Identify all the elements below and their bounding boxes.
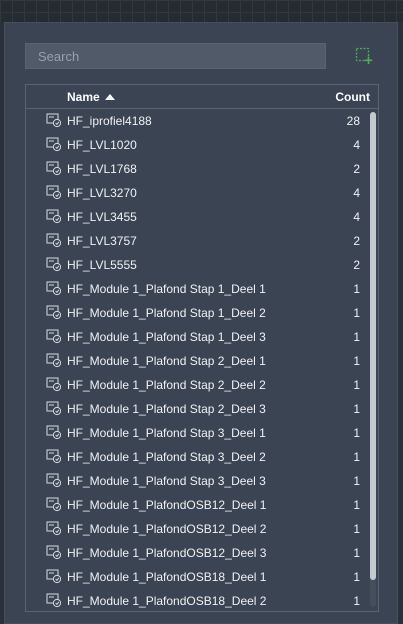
table-row[interactable]: HF_Module 1_Plafond Stap 2_Deel 3 1 bbox=[26, 397, 368, 421]
sort-ascending-icon bbox=[104, 94, 115, 100]
row-name: HF_Module 1_PlafondOSB12_Deel 1 bbox=[67, 498, 267, 512]
table-row[interactable]: HF_Module 1_PlafondOSB18_Deel 2 1 bbox=[26, 589, 368, 611]
row-count: 1 bbox=[353, 498, 360, 512]
row-name: HF_Module 1_Plafond Stap 1_Deel 3 bbox=[67, 330, 266, 344]
block-reference-icon bbox=[46, 545, 62, 560]
table-row[interactable]: HF_Module 1_PlafondOSB18_Deel 1 1 bbox=[26, 565, 368, 589]
block-reference-icon bbox=[46, 329, 62, 344]
row-name: HF_iprofiel4188 bbox=[67, 114, 152, 128]
row-name: HF_Module 1_Plafond Stap 2_Deel 2 bbox=[67, 378, 266, 392]
count-column-header[interactable]: Count bbox=[335, 90, 370, 104]
block-reference-icon bbox=[46, 425, 62, 440]
row-name: HF_LVL3757 bbox=[67, 234, 137, 248]
row-count: 1 bbox=[353, 570, 360, 584]
table-header: Name Count bbox=[26, 85, 378, 109]
table-row[interactable]: HF_iprofiel4188 28 bbox=[26, 109, 368, 133]
add-selection-icon[interactable] bbox=[355, 47, 373, 65]
row-name: HF_LVL1768 bbox=[67, 162, 137, 176]
block-reference-icon bbox=[46, 233, 62, 248]
block-reference-icon bbox=[46, 353, 62, 368]
row-name: HF_Module 1_Plafond Stap 1_Deel 1 bbox=[67, 282, 266, 296]
row-name: HF_Module 1_PlafondOSB12_Deel 2 bbox=[67, 522, 267, 536]
canvas-grid-strip bbox=[0, 0, 403, 22]
block-reference-icon bbox=[46, 521, 62, 536]
row-count: 2 bbox=[353, 234, 360, 248]
row-count: 1 bbox=[353, 426, 360, 440]
row-name: HF_Module 1_Plafond Stap 3_Deel 3 bbox=[67, 474, 266, 488]
table-row[interactable]: HF_LVL3757 2 bbox=[26, 229, 368, 253]
row-count: 4 bbox=[353, 210, 360, 224]
block-reference-icon bbox=[46, 281, 62, 296]
block-reference-icon bbox=[46, 257, 62, 272]
row-count: 1 bbox=[353, 378, 360, 392]
table-row[interactable]: HF_LVL1768 2 bbox=[26, 157, 368, 181]
row-count: 1 bbox=[353, 546, 360, 560]
name-header-label: Name bbox=[67, 90, 100, 104]
row-count: 4 bbox=[353, 138, 360, 152]
row-count: 1 bbox=[353, 594, 360, 608]
table-row[interactable]: HF_Module 1_Plafond Stap 3_Deel 1 1 bbox=[26, 421, 368, 445]
row-count: 1 bbox=[353, 330, 360, 344]
row-count: 1 bbox=[353, 402, 360, 416]
search-input[interactable] bbox=[25, 43, 326, 69]
row-name: HF_Module 1_PlafondOSB18_Deel 2 bbox=[67, 594, 267, 608]
table-row[interactable]: HF_Module 1_PlafondOSB12_Deel 3 1 bbox=[26, 541, 368, 565]
table-body: HF_iprofiel4188 28 HF_LVL1020 4 HF_LVL1768 2 H… bbox=[26, 109, 368, 611]
block-reference-icon bbox=[46, 497, 62, 512]
table-row[interactable]: HF_Module 1_Plafond Stap 3_Deel 2 1 bbox=[26, 445, 368, 469]
row-name: HF_Module 1_Plafond Stap 2_Deel 3 bbox=[67, 402, 266, 416]
table-row[interactable]: HF_LVL3455 4 bbox=[26, 205, 368, 229]
block-reference-icon bbox=[46, 305, 62, 320]
block-reference-icon bbox=[46, 449, 62, 464]
table-row[interactable]: HF_LVL5555 2 bbox=[26, 253, 368, 277]
row-name: HF_LVL3270 bbox=[67, 186, 137, 200]
block-reference-icon bbox=[46, 209, 62, 224]
block-reference-icon bbox=[46, 113, 62, 128]
block-reference-icon bbox=[46, 161, 62, 176]
table-row[interactable]: HF_Module 1_Plafond Stap 2_Deel 1 1 bbox=[26, 349, 368, 373]
row-name: HF_Module 1_Plafond Stap 3_Deel 1 bbox=[67, 426, 266, 440]
blocks-table: Name Count HF_iprofiel4188 28 HF_LVL1020 4 H… bbox=[25, 84, 379, 612]
row-name: HF_Module 1_Plafond Stap 2_Deel 1 bbox=[67, 354, 266, 368]
row-name: HF_Module 1_PlafondOSB12_Deel 3 bbox=[67, 546, 267, 560]
table-row[interactable]: HF_Module 1_Plafond Stap 3_Deel 3 1 bbox=[26, 469, 368, 493]
table-row[interactable]: HF_Module 1_Plafond Stap 2_Deel 2 1 bbox=[26, 373, 368, 397]
row-count: 1 bbox=[353, 474, 360, 488]
block-reference-icon bbox=[46, 593, 62, 608]
block-palette-panel: Name Count HF_iprofiel418828HF_LVL10204H… bbox=[4, 22, 398, 624]
row-count: 1 bbox=[353, 354, 360, 368]
vertical-scrollbar[interactable] bbox=[370, 112, 376, 607]
table-row[interactable]: HF_LVL1020 4 bbox=[26, 133, 368, 157]
block-reference-icon bbox=[46, 401, 62, 416]
block-reference-icon bbox=[46, 185, 62, 200]
table-row[interactable]: HF_Module 1_PlafondOSB12_Deel 2 1 bbox=[26, 517, 368, 541]
row-count: 1 bbox=[353, 522, 360, 536]
row-count: 28 bbox=[346, 114, 360, 128]
block-reference-icon bbox=[46, 377, 62, 392]
table-row[interactable]: HF_Module 1_Plafond Stap 1_Deel 1 1 bbox=[26, 277, 368, 301]
scrollbar-thumb[interactable] bbox=[370, 112, 376, 580]
row-name: HF_Module 1_Plafond Stap 3_Deel 2 bbox=[67, 450, 266, 464]
row-name: HF_Module 1_Plafond Stap 1_Deel 2 bbox=[67, 306, 266, 320]
row-name: HF_Module 1_PlafondOSB18_Deel 1 bbox=[67, 570, 267, 584]
row-count: 4 bbox=[353, 186, 360, 200]
row-count: 1 bbox=[353, 450, 360, 464]
table-row[interactable]: HF_Module 1_Plafond Stap 1_Deel 2 1 bbox=[26, 301, 368, 325]
block-reference-icon bbox=[46, 137, 62, 152]
block-reference-icon bbox=[46, 473, 62, 488]
name-column-header[interactable]: Name bbox=[67, 90, 115, 104]
table-row[interactable]: HF_LVL3270 4 bbox=[26, 181, 368, 205]
row-count: 2 bbox=[353, 162, 360, 176]
row-count: 1 bbox=[353, 282, 360, 296]
table-row[interactable]: HF_Module 1_PlafondOSB12_Deel 1 1 bbox=[26, 493, 368, 517]
row-name: HF_LVL3455 bbox=[67, 210, 137, 224]
row-count: 1 bbox=[353, 306, 360, 320]
table-row[interactable]: HF_Module 1_Plafond Stap 1_Deel 3 1 bbox=[26, 325, 368, 349]
row-count: 2 bbox=[353, 258, 360, 272]
row-name: HF_LVL5555 bbox=[67, 258, 137, 272]
row-name: HF_LVL1020 bbox=[67, 138, 137, 152]
block-reference-icon bbox=[46, 569, 62, 584]
